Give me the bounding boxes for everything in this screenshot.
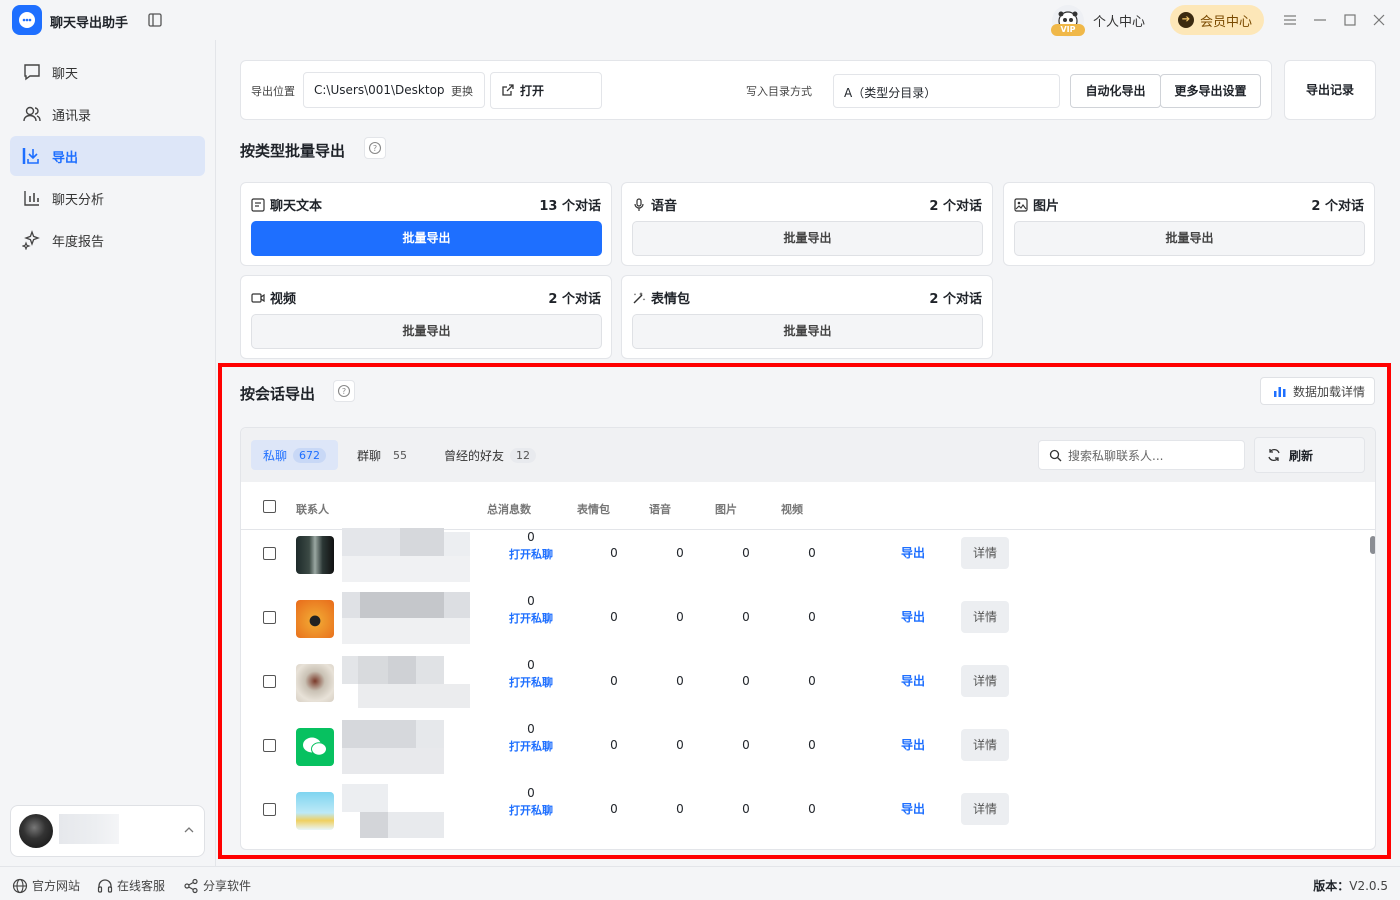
batch-card-video: 视频 2 个对话 批量导出 — [240, 275, 612, 359]
batch-export-button[interactable]: 批量导出 — [1014, 221, 1365, 256]
export-icon — [22, 148, 39, 164]
external-link-icon — [502, 84, 514, 96]
member-center-label: 会员中心 — [1200, 14, 1253, 30]
user-name-blurred — [59, 814, 119, 844]
version-value: V2.0.5 — [1349, 879, 1388, 893]
sidebar-item-annual-report[interactable]: 年度报告 — [10, 220, 205, 260]
batch-card-voice: 语音 2 个对话 批量导出 — [621, 182, 993, 266]
card-count: 2 个对话 — [929, 199, 982, 214]
magic-wand-icon — [633, 291, 646, 303]
highlight-box — [218, 363, 1391, 859]
batch-card-sticker: 表情包 2 个对话 批量导出 — [621, 275, 993, 359]
card-count: 13 个对话 — [539, 199, 601, 214]
version-label: 版本： — [1313, 879, 1350, 893]
help-icon[interactable]: ? — [364, 137, 386, 159]
user-card[interactable] — [10, 805, 205, 857]
card-count: 2 个对话 — [1311, 199, 1364, 214]
sidebar-item-label: 聊天分析 — [52, 192, 105, 208]
sidebar: 聊天 通讯录 导出 聊天分析 年度报告 — [0, 40, 216, 866]
chat-icon — [24, 64, 40, 81]
write-mode-label: 写入目录方式 — [746, 85, 812, 98]
contacts-icon — [23, 106, 41, 122]
website-label: 官方网站 — [32, 879, 81, 893]
arrow-right-icon: ➔ — [1178, 12, 1194, 28]
svg-text:?: ? — [373, 144, 377, 153]
profile-center-link[interactable]: 个人中心 — [1093, 11, 1145, 30]
export-record-button[interactable]: 导出记录 — [1284, 60, 1376, 120]
card-count: 2 个对话 — [929, 292, 982, 307]
batch-card-image: 图片 2 个对话 批量导出 — [1003, 182, 1375, 266]
sidebar-item-export[interactable]: 导出 — [10, 136, 205, 176]
batch-export-button[interactable]: 批量导出 — [251, 314, 602, 349]
batch-export-button[interactable]: 批量导出 — [251, 221, 602, 256]
write-mode-select[interactable]: A（类型分目录） — [833, 74, 1060, 108]
batch-card-text: 聊天文本 13 个对话 批量导出 — [240, 182, 612, 266]
sidebar-item-analysis[interactable]: 聊天分析 — [10, 178, 205, 218]
avatar — [19, 814, 53, 848]
share-software-link[interactable]: 分享软件 — [183, 877, 251, 894]
sidebar-item-label: 年度报告 — [52, 234, 105, 250]
card-label: 聊天文本 — [270, 199, 323, 214]
title-bar: 聊天导出助手 VIP 个人中心 ➔ 会员中心 — [0, 0, 1400, 40]
bar-chart-icon — [24, 191, 39, 206]
text-icon — [251, 197, 265, 212]
vip-badge: VIP — [1051, 24, 1085, 36]
menu-icon[interactable] — [1283, 12, 1299, 28]
batch-export-button[interactable]: 批量导出 — [632, 314, 983, 349]
share-icon — [184, 878, 198, 893]
sidebar-item-label: 聊天 — [52, 66, 79, 82]
chevron-up-icon — [184, 827, 194, 833]
batch-export-title: 按类型批量导出 — [240, 142, 346, 160]
sparkle-icon — [22, 230, 40, 250]
export-path-value: C:\Users\001\Desktop — [314, 83, 445, 97]
support-label: 在线客服 — [117, 879, 166, 893]
card-label: 语音 — [651, 199, 678, 214]
close-icon[interactable] — [1372, 12, 1388, 28]
sidebar-item-label: 导出 — [52, 150, 79, 166]
change-path-button[interactable]: 更换 — [451, 83, 473, 99]
globe-icon — [12, 878, 28, 893]
card-count: 2 个对话 — [548, 292, 601, 307]
image-icon — [1014, 197, 1028, 212]
mic-icon — [634, 197, 644, 211]
sidebar-item-contacts[interactable]: 通讯录 — [10, 94, 205, 134]
share-label: 分享软件 — [203, 879, 252, 893]
auto-export-button[interactable]: 自动化导出 — [1070, 74, 1161, 108]
official-website-link[interactable]: 官方网站 — [12, 877, 80, 894]
minimize-icon[interactable] — [1313, 12, 1329, 28]
member-center-button[interactable]: ➔ 会员中心 — [1170, 5, 1264, 35]
card-label: 表情包 — [651, 292, 691, 307]
app-title: 聊天导出助手 — [50, 16, 129, 31]
more-export-settings-button[interactable]: 更多导出设置 — [1160, 74, 1261, 108]
export-location-label: 导出位置 — [251, 85, 295, 98]
sidebar-item-label: 通讯录 — [52, 108, 92, 124]
batch-export-button[interactable]: 批量导出 — [632, 221, 983, 256]
write-mode-value: A（类型分目录） — [844, 86, 937, 100]
card-label: 视频 — [270, 292, 297, 307]
app-logo-icon — [12, 5, 42, 35]
open-folder-button[interactable]: 打开 — [490, 72, 602, 109]
card-label: 图片 — [1033, 199, 1060, 214]
headset-icon — [97, 878, 113, 893]
footer: 官方网站 在线客服 分享软件 版本：V2.0.5 — [0, 866, 1400, 900]
open-label: 打开 — [520, 84, 545, 98]
export-settings-bar: 导出位置 C:\Users\001\Desktop 更换 打开 写入目录方式 A… — [240, 60, 1272, 120]
version-info: 版本：V2.0.5 — [1313, 877, 1388, 894]
collapse-sidebar-icon[interactable] — [148, 12, 164, 28]
online-support-link[interactable]: 在线客服 — [97, 877, 165, 894]
video-icon — [251, 292, 265, 303]
sidebar-item-chat[interactable]: 聊天 — [10, 52, 205, 92]
maximize-icon[interactable] — [1343, 12, 1359, 28]
